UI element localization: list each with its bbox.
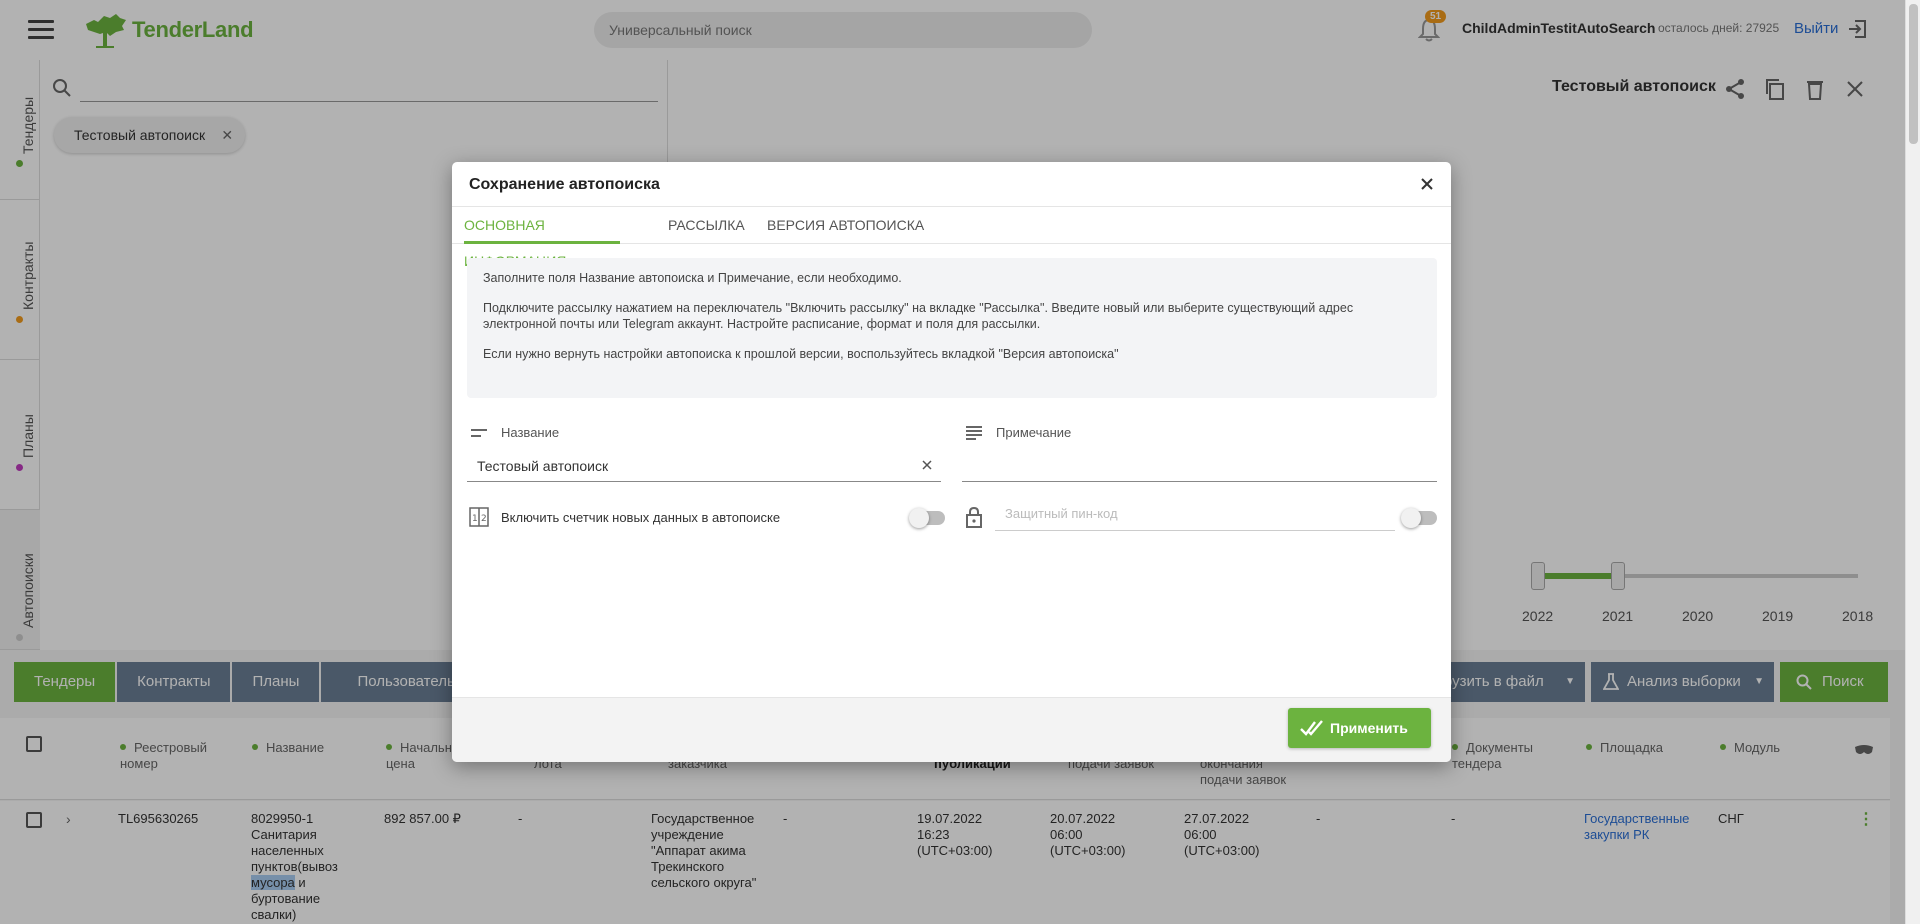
info-text: Подключите рассылку нажатием на переключ… xyxy=(483,301,1354,331)
clear-icon[interactable] xyxy=(920,458,934,472)
note-input[interactable] xyxy=(962,450,1437,482)
pin-toggle[interactable] xyxy=(1401,508,1437,528)
save-autosearch-dialog: Сохранение автопоиска Основная информаци… xyxy=(452,162,1451,762)
name-input[interactable]: Тестовый автопоиск xyxy=(467,450,941,482)
close-icon[interactable] xyxy=(1417,174,1437,194)
dialog-title: Сохранение автопоиска xyxy=(469,176,660,193)
tab-main-info[interactable]: Основная информация xyxy=(464,207,620,269)
scrollbar-thumb[interactable] xyxy=(1909,4,1918,144)
dialog-footer: Применить xyxy=(452,697,1451,762)
dialog-tabs: Основная информация Рассылка Версия авто… xyxy=(452,206,1451,269)
counter-toggle-label: Включить счетчик новых данных в автопоис… xyxy=(501,510,781,525)
short-text-icon xyxy=(471,429,487,437)
svg-text:2: 2 xyxy=(481,514,487,524)
toggle-knob xyxy=(909,508,929,528)
page-scrollbar[interactable] xyxy=(1905,0,1920,924)
info-text: Если нужно вернуть настройки автопоиска … xyxy=(483,347,1119,361)
apply-label: Применить xyxy=(1330,720,1408,736)
toggle-knob xyxy=(1401,508,1421,528)
name-label: Название xyxy=(501,425,560,440)
done-all-icon xyxy=(1300,720,1323,736)
pin-code-input[interactable]: Защитный пин-код xyxy=(995,497,1395,531)
counter-toggle[interactable] xyxy=(909,508,945,528)
tab-mailing[interactable]: Рассылка xyxy=(668,207,745,244)
note-label: Примечание xyxy=(996,425,1072,440)
counter-icon: 1 2 xyxy=(469,507,489,527)
svg-text:1: 1 xyxy=(472,514,478,524)
notes-icon xyxy=(966,426,982,440)
info-box: Заполните поля Название автопоиска и При… xyxy=(467,258,1437,398)
apply-button[interactable]: Применить xyxy=(1288,708,1431,748)
lock-icon xyxy=(966,506,982,528)
tab-version[interactable]: Версия автопоиска xyxy=(767,207,924,244)
info-text: Заполните поля Название автопоиска и При… xyxy=(483,271,902,285)
